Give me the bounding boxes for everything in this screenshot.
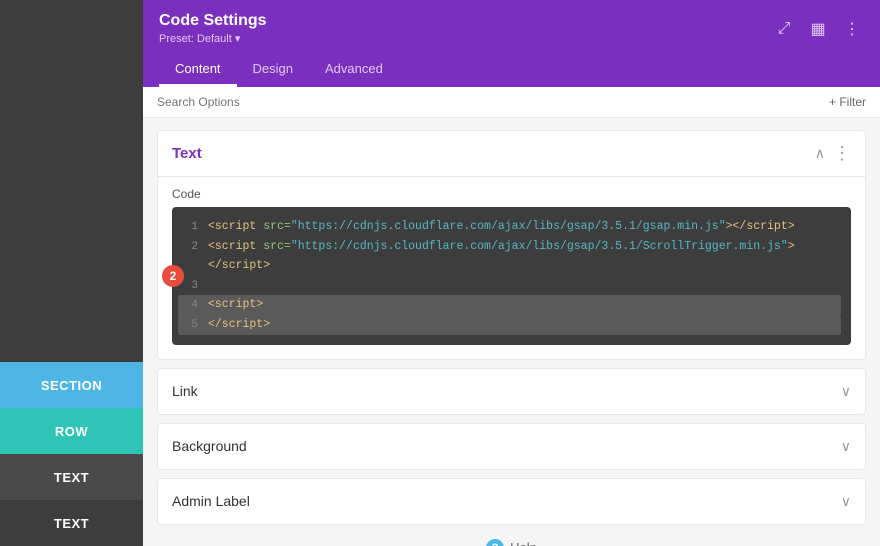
link-chevron: ∨ [841, 383, 851, 400]
sidebar-label-row: Row [55, 424, 88, 439]
sidebar-label-text-2: Text [54, 516, 89, 531]
filter-button[interactable]: + Filter [829, 95, 866, 109]
tab-content[interactable]: Content [159, 53, 237, 87]
panel-preset[interactable]: Preset: Default ▾ [159, 32, 267, 45]
code-line-4: 4 <script> [178, 295, 841, 315]
tab-advanced[interactable]: Advanced [309, 53, 399, 87]
header-icons: ⤢ ▦ ⋮ [772, 17, 864, 41]
sidebar: Section Row Text Text [0, 0, 143, 546]
sidebar-item-text-1[interactable]: Text [0, 454, 143, 500]
panel-title-group: Code Settings Preset: Default ▾ [159, 12, 267, 45]
admin-label-chevron: ∨ [841, 493, 851, 510]
background-section[interactable]: Background ∨ [157, 423, 866, 470]
main-panel: Code Settings Preset: Default ▾ ⤢ ▦ ⋮ Co… [143, 0, 880, 546]
sidebar-item-row[interactable]: Row [0, 408, 143, 454]
code-editor-wrapper: 2 1 <script src="https://cdnjs.cloudflar… [172, 207, 851, 345]
panel-header: Code Settings Preset: Default ▾ ⤢ ▦ ⋮ Co… [143, 0, 880, 87]
code-line-1: 1 <script src="https://cdnjs.cloudflare.… [178, 217, 841, 237]
more-options-icon[interactable]: ⋮ [833, 143, 851, 164]
section-title: Text [172, 145, 202, 162]
sidebar-label-text-1: Text [54, 470, 89, 485]
code-label: Code [172, 187, 851, 201]
expand-icon[interactable]: ⤢ [772, 17, 796, 41]
code-line-3: 3 [178, 276, 841, 296]
content-area: Text ∧ ⋮ Code 2 1 <script src="https://c… [143, 118, 880, 546]
tab-design[interactable]: Design [237, 53, 309, 87]
help-icon[interactable]: ? [486, 539, 504, 546]
search-input[interactable] [157, 95, 829, 109]
link-section[interactable]: Link ∨ [157, 368, 866, 415]
link-title: Link [172, 383, 198, 399]
sidebar-item-section[interactable]: Section [0, 362, 143, 408]
code-container: Code 2 1 <script src="https://cdnjs.clou… [158, 177, 865, 359]
sidebar-item-text-2[interactable]: Text [0, 500, 143, 546]
background-title: Background [172, 438, 247, 454]
background-chevron: ∨ [841, 438, 851, 455]
section-actions: ∧ ⋮ [815, 143, 851, 164]
layout-icon[interactable]: ▦ [806, 17, 830, 41]
panel-header-top: Code Settings Preset: Default ▾ ⤢ ▦ ⋮ [159, 12, 864, 45]
sidebar-bottom: Section Row Text Text [0, 362, 143, 546]
error-badge: 2 [162, 265, 184, 287]
admin-label-title: Admin Label [172, 493, 250, 509]
more-icon[interactable]: ⋮ [840, 17, 864, 41]
code-line-5: 5 </script> [178, 315, 841, 335]
sidebar-label-section: Section [41, 378, 102, 393]
panel-tabs: Content Design Advanced [159, 53, 864, 87]
panel-title: Code Settings [159, 12, 267, 30]
search-bar: + Filter [143, 87, 880, 118]
code-line-2: 2 <script src="https://cdnjs.cloudflare.… [178, 237, 841, 276]
help-row: ? Help [143, 525, 880, 546]
collapse-icon[interactable]: ∧ [815, 145, 825, 162]
help-label: Help [510, 540, 537, 546]
code-editor[interactable]: 1 <script src="https://cdnjs.cloudflare.… [172, 207, 851, 345]
admin-label-section[interactable]: Admin Label ∨ [157, 478, 866, 525]
section-header: Text ∧ ⋮ [158, 131, 865, 177]
text-section-block: Text ∧ ⋮ Code 2 1 <script src="https://c… [157, 130, 866, 360]
